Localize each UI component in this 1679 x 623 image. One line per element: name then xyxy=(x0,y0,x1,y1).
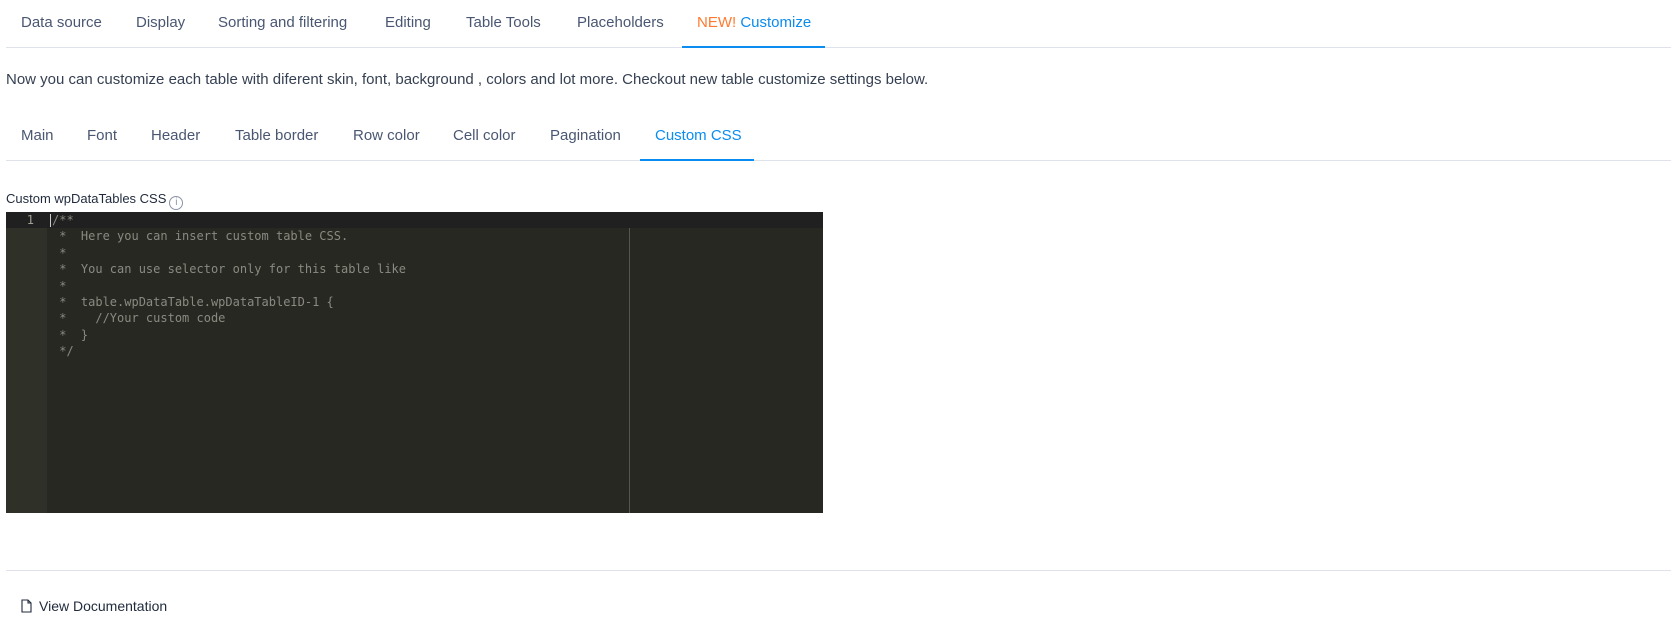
customize-description: Now you can customize each table with di… xyxy=(6,71,929,88)
subtab-font[interactable]: Font xyxy=(87,127,117,144)
tab-sorting-filtering[interactable]: Sorting and filtering xyxy=(218,14,347,31)
css-code-editor[interactable]: 1 /** * Here you can insert custom table… xyxy=(6,212,823,513)
active-subtab-indicator xyxy=(640,159,754,161)
editor-gutter xyxy=(6,212,47,513)
custom-css-label-text: Custom wpDataTables CSS xyxy=(6,191,167,206)
view-documentation-label: View Documentation xyxy=(39,598,168,614)
subtab-pagination[interactable]: Pagination xyxy=(550,127,621,144)
css-code-content[interactable]: /** * Here you can insert custom table C… xyxy=(52,212,406,360)
tab-display[interactable]: Display xyxy=(136,14,185,31)
print-margin xyxy=(629,228,630,513)
view-documentation-link[interactable]: View Documentation xyxy=(21,598,167,614)
tab-placeholders[interactable]: Placeholders xyxy=(577,14,664,31)
active-tab-indicator xyxy=(682,46,825,48)
info-icon[interactable]: i xyxy=(169,196,184,210)
subtab-custom-css[interactable]: Custom CSS xyxy=(655,127,742,144)
tab-customize[interactable]: NEW! Customize xyxy=(697,14,811,31)
document-icon xyxy=(21,599,32,613)
subtab-header[interactable]: Header xyxy=(151,127,200,144)
tab-editing[interactable]: Editing xyxy=(385,14,431,31)
line-number: 1 xyxy=(26,213,34,227)
text-cursor xyxy=(50,214,51,227)
tab-table-tools[interactable]: Table Tools xyxy=(466,14,541,31)
subtabs-divider xyxy=(6,160,1671,161)
tab-data-source[interactable]: Data source xyxy=(21,14,102,31)
subtab-main[interactable]: Main xyxy=(21,127,54,144)
subtab-cell-color[interactable]: Cell color xyxy=(453,127,516,144)
new-badge: NEW! xyxy=(697,14,737,31)
subtab-table-border[interactable]: Table border xyxy=(235,127,318,144)
custom-css-label: Custom wpDataTables CSS i xyxy=(6,191,184,210)
tabs-divider xyxy=(6,47,1671,48)
subtab-row-color[interactable]: Row color xyxy=(353,127,420,144)
footer-divider xyxy=(6,570,1671,571)
tab-customize-label: Customize xyxy=(740,14,812,31)
